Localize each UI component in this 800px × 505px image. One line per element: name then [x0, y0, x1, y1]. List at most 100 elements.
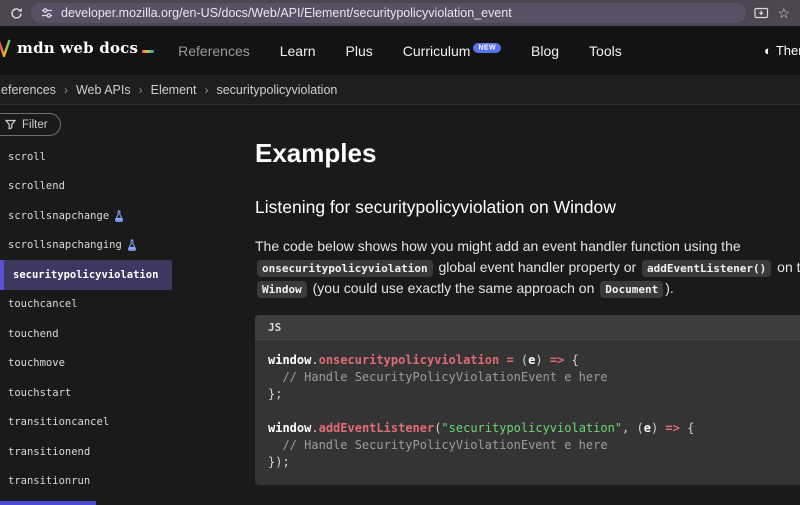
examples-heading: Examples [255, 138, 800, 168]
text-segment: global event handler property or [435, 259, 640, 275]
breadcrumb: References › Web APIs › Element › securitypoli… [0, 83, 337, 97]
article: Examples Listening for securitypolicyvio… [240, 105, 800, 485]
filter-funnel-icon [5, 119, 16, 130]
inline-code: Window [257, 281, 307, 298]
code-token: => [550, 353, 564, 367]
code-line: window.addEventListener("securitypolicyv… [268, 420, 800, 437]
code-token: "securitypolicyviolation" [441, 421, 622, 435]
primary-nav: References Learn Plus CurriculumNEW Blog Tool… [178, 43, 622, 59]
code-token: { [564, 353, 578, 367]
nav-item-learn[interactable]: Learn [280, 43, 316, 59]
code-token: addEventListener [319, 421, 435, 435]
code-token: , ( [622, 421, 644, 435]
code-token: e [644, 421, 651, 435]
sidebar-item-touchmove[interactable]: touchmove [0, 349, 240, 379]
code-token: ( [514, 353, 528, 367]
sidebar-item-label: touchstart [8, 387, 71, 399]
nav-item-plus[interactable]: Plus [346, 43, 373, 59]
sidebar-item-scrollend[interactable]: scrollend [0, 172, 240, 202]
intro-paragraph: The code below shows how you might add a… [255, 236, 800, 299]
sidebar-item-label: transitionend [8, 446, 90, 458]
nav-item-curriculum[interactable]: CurriculumNEW [403, 43, 501, 59]
filter-label: Filter [22, 119, 48, 131]
sidebar-item-label: touchmove [8, 357, 65, 369]
bookmark-star-icon[interactable]: ☆ [777, 6, 790, 20]
sidebar-item-securitypolicyviolation[interactable]: securitypolicyviolation [0, 260, 172, 290]
code-line: window.onsecuritypolicyviolation = (e) =… [268, 352, 800, 369]
reload-icon[interactable] [10, 7, 23, 20]
breadcrumb-link[interactable]: Web APIs [76, 83, 131, 97]
mdn-header: mdn web docs References Learn Plus Curricul… [0, 26, 800, 75]
code-block: JS window. onsecuritypolicyviolation = ( e… [255, 315, 800, 485]
site-settings-icon[interactable] [41, 7, 53, 19]
breadcrumb-link[interactable]: Element [151, 83, 197, 97]
text-segment: on the top level [773, 259, 800, 275]
loading-indicator-strip [0, 501, 96, 505]
breadcrumb-separator: › [204, 83, 208, 97]
sidebar-item-transitionend[interactable]: transitionend [0, 437, 240, 467]
breadcrumb-link[interactable]: References [0, 83, 56, 97]
text-segment: The code below shows how you might add a… [255, 238, 741, 254]
new-badge: NEW [473, 43, 501, 53]
sidebar-item-touchstart[interactable]: touchstart [0, 378, 240, 408]
theme-icon: ◐ [764, 44, 772, 57]
code-language-label: JS [268, 321, 281, 334]
inline-code: onsecuritypolicyviolation [257, 260, 433, 277]
code-token: window [268, 353, 311, 367]
code-token: window [268, 421, 311, 435]
paragraph-line: onsecuritypolicyviolation global event h… [255, 257, 800, 278]
sidebar-item-label: touchcancel [8, 298, 78, 310]
breadcrumb-row: References › Web APIs › Element › securitypoli… [0, 75, 800, 105]
code-body[interactable]: window. onsecuritypolicyviolation = ( e) =… [255, 340, 800, 485]
breadcrumb-separator: › [139, 83, 143, 97]
filter-button[interactable]: Filter [0, 113, 61, 136]
sidebar-item-label: scrollend [8, 180, 65, 192]
sidebar-item-label: scrollsnapchange [8, 210, 109, 222]
code-token: // Handle SecurityPolicyViolationEvent e… [268, 370, 608, 384]
inline-code: addEventListener() [642, 260, 771, 277]
nav-item-tools[interactable]: Tools [589, 43, 622, 59]
url-text: developer.mozilla.org/en-US/docs/Web/API… [61, 6, 512, 20]
sidebar-item-scrollsnapchanging[interactable]: scrollsnapchanging [0, 231, 240, 261]
sidebar-item-label: transitionrun [8, 475, 90, 487]
code-token: = [506, 353, 513, 367]
code-token: }); [268, 455, 290, 469]
section-heading: Listening for securitypolicyviolation on… [255, 196, 800, 218]
sidebar-event-list: scroll scrollend scrollsnapchange scrollsna… [0, 142, 240, 505]
code-line [268, 403, 800, 420]
code-token: // Handle SecurityPolicyViolationEvent e… [268, 438, 608, 452]
code-token: onsecuritypolicyviolation [319, 353, 500, 367]
mdn-logo-underscore [142, 50, 154, 53]
mdn-logo[interactable]: mdn web docs [0, 39, 154, 62]
browser-toolbar: developer.mozilla.org/en-US/docs/Web/API… [0, 0, 800, 26]
code-block-header: JS [255, 315, 800, 340]
nav-item-references[interactable]: References [178, 43, 250, 59]
mdn-logo-text: mdn web docs [17, 39, 138, 57]
text-segment: (you could use exactly the same approach… [309, 280, 599, 296]
mdn-logo-mark-icon [0, 39, 13, 62]
url-bar[interactable]: developer.mozilla.org/en-US/docs/Web/API… [31, 3, 746, 23]
experimental-flask-icon [127, 239, 137, 251]
breadcrumb-link[interactable]: securitypolicyviolation [216, 83, 337, 97]
sidebar-item-transitioncancel[interactable]: transitioncancel [0, 408, 240, 438]
save-page-icon[interactable] [754, 7, 769, 20]
content: Filter scrollscrollendscrollsnapchangesc… [0, 105, 800, 505]
sidebar-item-scrollsnapchange[interactable]: scrollsnapchange [0, 201, 240, 231]
sidebar-item-touchend[interactable]: touchend [0, 319, 240, 349]
code-line: }); [268, 454, 800, 471]
sidebar-item-label: scrollsnapchanging [8, 239, 122, 251]
sidebar-item-touchcancel[interactable]: touchcancel [0, 290, 240, 320]
theme-label: Theme [776, 43, 800, 58]
code-token: { [680, 421, 694, 435]
code-token: ) [651, 421, 665, 435]
sidebar-item-label: transitioncancel [8, 416, 109, 428]
code-line: // Handle SecurityPolicyViolationEvent e… [268, 369, 800, 386]
sidebar-item-transitionrun[interactable]: transitionrun [0, 467, 240, 497]
code-token: . [311, 421, 318, 435]
sidebar-item-scroll[interactable]: scroll [0, 142, 240, 172]
nav-item-blog[interactable]: Blog [531, 43, 559, 59]
theme-toggle[interactable]: ◐ Theme [764, 26, 800, 75]
code-line: }; [268, 386, 800, 403]
breadcrumb-separator: › [64, 83, 68, 97]
code-token: }; [268, 387, 282, 401]
